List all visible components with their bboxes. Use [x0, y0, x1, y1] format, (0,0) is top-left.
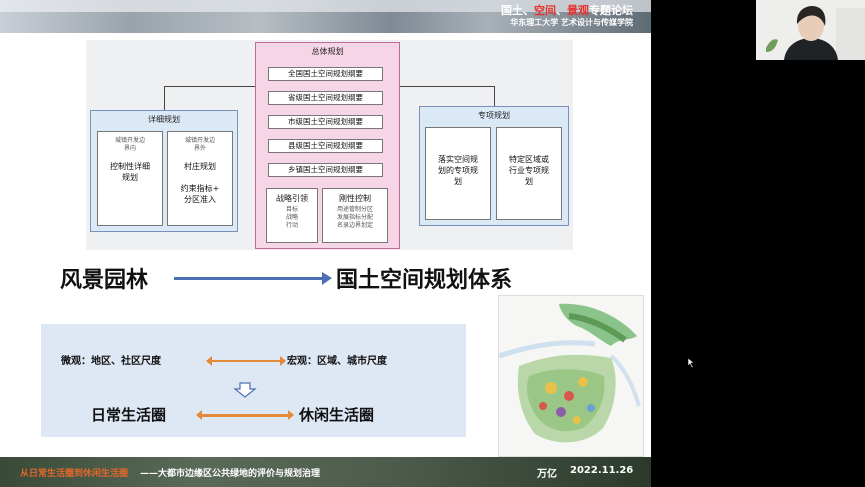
city-map-image	[498, 295, 644, 457]
presentation-slide: 国土、空间、景观专题论坛 华东理工大学 艺术设计与传媒学院 详细规划 城镇开发边…	[0, 0, 651, 487]
slide-footer: 从日常生活圈到休闲生活圈 ——大都市边缘区公共绿地的评价与规划治理 万亿 202…	[0, 457, 651, 487]
leisure-life-circle-label: 休闲生活圈	[299, 406, 375, 424]
footer-author: 万亿	[537, 469, 557, 480]
headline-territorial: 国土空间规划体系	[336, 268, 513, 293]
special-planning-panel: 专项规划 落实空间规 划的专项规划 特定区域或 行业专项规划	[419, 106, 569, 226]
master-planning-heading: 总体规划	[311, 47, 344, 56]
footer-subtitle: ——大都市边缘区公共绿地的评价与规划治理	[140, 469, 321, 479]
mouse-cursor-icon	[688, 358, 695, 368]
plan-item-county: 县级国土空间规划纲要	[268, 139, 383, 153]
headline-landscape: 风景园林	[60, 268, 149, 293]
right-arrow-icon	[174, 272, 332, 285]
daily-life-circle-label: 日常生活圈	[91, 406, 167, 424]
scale-panel: 微观：地区、社区尺度 宏观：区域、城市尺度 日常生活圈 休闲生活圈	[41, 324, 466, 437]
left-card-outside: 城镇开发边 界外 村庄规划 约束指标+ 分区准入	[167, 131, 233, 226]
slide-banner: 国土、空间、景观专题论坛 华东理工大学 艺术设计与传媒学院	[0, 0, 651, 33]
double-arrow-icon-2	[196, 410, 294, 420]
webcam-video-tile	[756, 0, 865, 60]
detailed-planning-panel: 详细规划 城镇开发边 界内 控制性详细 规划 城镇开发边 界外 村庄规划 约束指标+ 分区…	[90, 110, 238, 232]
banner-subtitle: 华东理工大学 艺术设计与传媒学院	[510, 18, 633, 27]
headline-row: 风景园林 国土空间规划体系	[60, 258, 580, 298]
banner-title: 国土、空间、景观专题论坛	[501, 4, 633, 17]
plan-item-provincial: 省级国土空间规划纲要	[268, 91, 383, 105]
micro-scale-label: 微观：地区、社区尺度	[61, 356, 161, 367]
plan-item-municipal: 市级国土空间规划纲要	[268, 115, 383, 129]
down-arrow-icon	[233, 382, 257, 398]
detailed-planning-heading: 详细规划	[148, 115, 180, 124]
macro-scale-label: 宏观：区域、城市尺度	[287, 356, 387, 367]
plan-item-national: 全国国土空间规划纲要	[268, 67, 383, 81]
footer-date: 2022.11.26	[570, 465, 634, 476]
left-card-inside: 城镇开发边 界内 控制性详细 规划	[97, 131, 163, 226]
master-planning-panel: 总体规划 全国国土空间规划纲要 省级国土空间规划纲要 市级国土空间规划纲要 县级…	[255, 42, 400, 249]
footer-topic: 从日常生活圈到休闲生活圈	[20, 469, 129, 479]
right-card-specific: 特定区域或 行业专项规划	[496, 127, 562, 220]
plan-item-township: 乡镇国土空间规划纲要	[268, 163, 383, 177]
special-planning-heading: 专项规划	[478, 111, 510, 120]
strategy-card: 战略引领 目标 战略 行动	[266, 188, 318, 243]
right-card-implement: 落实空间规 划的专项规划	[425, 127, 491, 220]
double-arrow-icon	[206, 356, 286, 366]
control-card: 刚性控制 用途管制分区 发展指标分配 名录边界划定	[322, 188, 388, 243]
planning-system-diagram: 详细规划 城镇开发边 界内 控制性详细 规划 城镇开发边 界外 村庄规划 约束指标+ 分区…	[86, 40, 573, 250]
